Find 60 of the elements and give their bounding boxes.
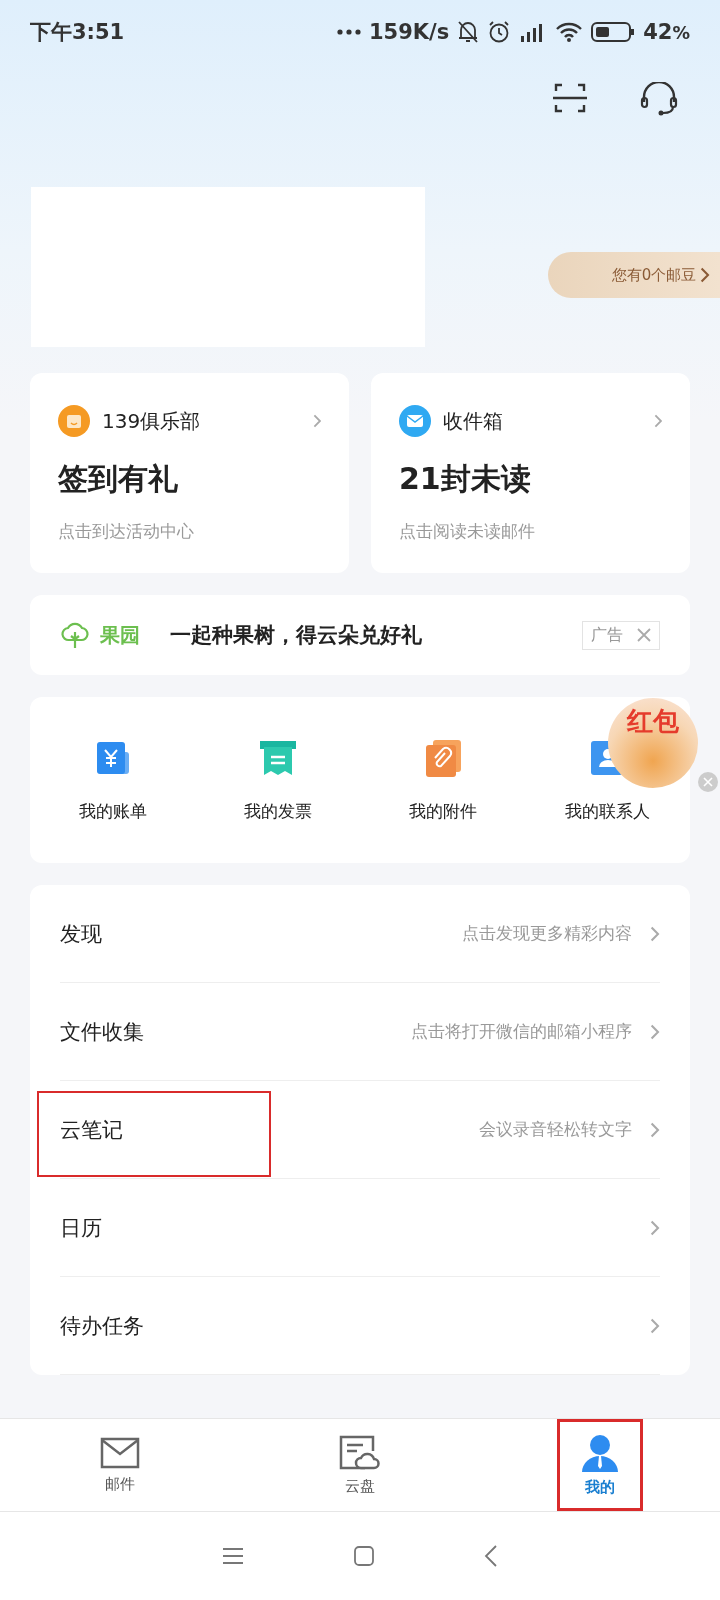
brand-label: 果园 (100, 621, 140, 649)
tree-icon (60, 620, 90, 650)
menu-item[interactable]: 日历 (60, 1179, 660, 1277)
nav-tab[interactable]: 邮件 (77, 1419, 163, 1511)
banner-text: 一起种果树，得云朵兑好礼 (170, 622, 423, 649)
shortcut-label[interactable]: 我的发票 (243, 799, 312, 823)
headset-icon[interactable] (640, 82, 678, 116)
menu-title: 日历 (60, 1214, 103, 1242)
chevron-icon (653, 414, 662, 428)
shortcut-label[interactable]: 我的附件 (408, 799, 477, 823)
chevron-icon (650, 1121, 660, 1138)
chevron-icon (700, 267, 710, 283)
network-speed: 159K/s (368, 20, 450, 44)
menu-hint: 点击将打开微信的邮箱小程序 (411, 1020, 633, 1043)
wifi-icon (555, 21, 584, 43)
points-pill[interactable]: 您有0个邮豆 (547, 252, 720, 298)
more-dots-icon (336, 29, 361, 35)
menu-item[interactable]: 文件收集 点击将打开微信的邮箱小程序 (60, 983, 660, 1081)
menu-hint: 会议录音轻松转文字 (479, 1118, 633, 1141)
card-title: 收件箱 (443, 407, 504, 435)
person-icon (580, 1433, 620, 1472)
menu-icon[interactable] (222, 1547, 244, 1565)
back-icon[interactable] (484, 1545, 498, 1567)
card-subtitle: 点击阅读未读邮件 (399, 520, 536, 543)
chevron-icon (650, 1023, 660, 1040)
envelope-icon (100, 1436, 140, 1469)
menu-item[interactable]: 待办任务 (60, 1277, 660, 1375)
card-headline: 签到有礼 (58, 460, 179, 498)
shortcut-label[interactable]: 我的联系人 (565, 799, 650, 823)
menu-item[interactable]: 发现 点击发现更多精彩内容 (60, 885, 660, 983)
ad-banner[interactable]: 果园 一起种果树，得云朵兑好礼 广告 (30, 595, 690, 675)
menu-title: 云笔记 (60, 1116, 124, 1144)
menu-title: 发现 (60, 920, 103, 948)
chevron-icon (312, 414, 321, 428)
card-headline: 21封未读 (399, 460, 532, 498)
status-time: 下午3:51 (30, 19, 125, 46)
battery-icon (591, 21, 636, 43)
menu-title: 待办任务 (60, 1312, 145, 1340)
bell-muted-icon (457, 20, 480, 44)
summary-card[interactable]: 139俱乐部 签到有礼 点击到达活动中心 (30, 373, 349, 573)
summary-card[interactable]: 收件箱 21封未读 点击阅读未读邮件 (371, 373, 690, 573)
scan-icon[interactable] (552, 82, 588, 114)
close-icon[interactable] (637, 628, 651, 642)
nav-tab[interactable]: 我的 (557, 1419, 643, 1511)
envelope-icon (399, 405, 431, 437)
shortcut-label[interactable]: 我的账单 (78, 799, 147, 823)
chevron-icon (650, 1219, 660, 1236)
chevron-icon (650, 925, 660, 942)
gift-box-icon (58, 405, 90, 437)
cloud-document-icon (339, 1434, 381, 1471)
battery-percent: 42% (643, 20, 690, 44)
nav-tab[interactable]: 云盘 (317, 1419, 403, 1511)
menu-hint: 点击发现更多精彩内容 (462, 922, 633, 945)
menu-item[interactable]: 云笔记 会议录音轻松转文字 (60, 1081, 660, 1179)
card-title: 139俱乐部 (102, 407, 202, 435)
ad-label: 广告 (591, 624, 623, 646)
home-icon[interactable] (354, 1546, 374, 1566)
card-subtitle: 点击到达活动中心 (58, 520, 195, 543)
chevron-icon (650, 1317, 660, 1334)
menu-title: 文件收集 (60, 1018, 145, 1046)
